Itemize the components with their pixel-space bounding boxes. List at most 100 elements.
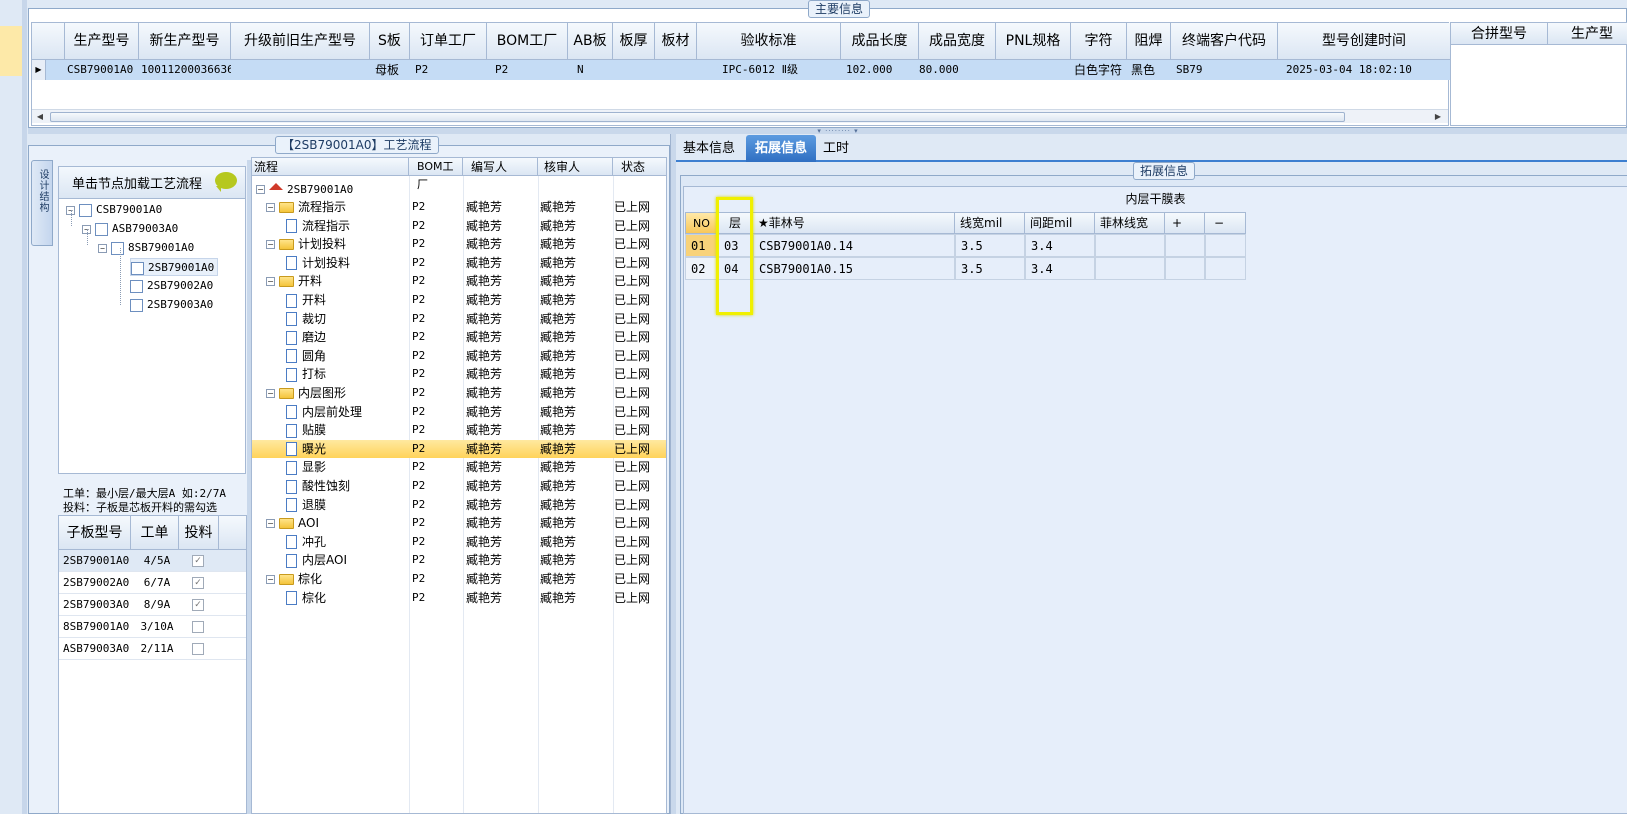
film-row[interactable]: 02 04 CSB79001A0.15 3.5 3.4	[685, 257, 1246, 280]
col-header[interactable]: BOM工厂	[487, 23, 568, 59]
sub-table-row[interactable]: 2SB79001A0 4/5A ✓	[59, 550, 246, 572]
cell[interactable]: 白色字符	[1072, 60, 1127, 80]
film-cell-spacing[interactable]: 3.4	[1025, 234, 1095, 257]
cell[interactable]	[231, 60, 370, 80]
cell[interactable]: 102.000	[844, 60, 919, 80]
film-cell-film[interactable]: CSB79001A0.14	[753, 234, 955, 257]
flow-row[interactable]: 显影 P2 臧艳芳 臧艳芳 已上网	[252, 458, 666, 476]
film-row[interactable]: 01 03 CSB79001A0.14 3.5 3.4	[685, 234, 1246, 257]
flow-row[interactable]: − 计划投料 P2 臧艳芳 臧艳芳 已上网	[252, 235, 666, 253]
tree-node[interactable]: 2SB79002A0	[130, 277, 213, 295]
scroll-right-icon[interactable]: ▶	[1432, 110, 1444, 124]
sub-model-cell[interactable]: ASB79003A0	[63, 638, 131, 660]
col-header[interactable]: 新生产型号	[139, 23, 231, 59]
expand-toggle-icon[interactable]: −	[266, 240, 275, 250]
feed-checkbox[interactable]: ✓	[192, 599, 204, 611]
side-tab-design-structure[interactable]: 设计结构	[31, 160, 53, 246]
sub-model-cell[interactable]: 2SB79002A0	[63, 572, 131, 594]
flow-row[interactable]: 酸性蚀刻 P2 臧艳芳 臧艳芳 已上网	[252, 477, 666, 495]
col-header[interactable]: 状态	[613, 158, 666, 176]
scroll-left-icon[interactable]: ◀	[34, 110, 46, 124]
film-cell-width[interactable]: 3.5	[955, 234, 1025, 257]
col-header[interactable]: 阻焊	[1127, 23, 1171, 59]
sub-order-cell[interactable]: 6/7A	[135, 572, 179, 594]
cell[interactable]: P2	[493, 60, 568, 80]
flow-row[interactable]: 打标 P2 臧艳芳 臧艳芳 已上网	[252, 365, 666, 383]
flow-row[interactable]: 内层前处理 P2 臧艳芳 臧艳芳 已上网	[252, 403, 666, 421]
sub-model-cell[interactable]: 2SB79001A0	[63, 550, 131, 572]
col-header[interactable]: AB板	[568, 23, 613, 59]
expand-toggle-icon[interactable]: −	[266, 519, 275, 529]
expand-toggle-icon[interactable]: −	[266, 389, 275, 398]
cell[interactable]: 2025-03-04 18:02:10	[1284, 60, 1450, 80]
sub-order-cell[interactable]: 4/5A	[135, 550, 179, 572]
expand-toggle-icon[interactable]: −	[266, 203, 275, 212]
col-header[interactable]: 生产型	[1549, 23, 1627, 45]
horizontal-scrollbar[interactable]: ◀ ▶	[32, 109, 1448, 123]
sub-order-cell[interactable]: 8/9A	[135, 594, 179, 616]
flow-row[interactable]: 磨边 P2 臧艳芳 臧艳芳 已上网	[252, 328, 666, 346]
flow-root-node[interactable]: −2SB79001A0	[256, 180, 353, 198]
feed-checkbox[interactable]: ✓	[192, 555, 204, 567]
tree-node[interactable]: − CSB79001A0	[66, 201, 162, 219]
flow-row[interactable]: − 开料 P2 臧艳芳 臧艳芳 已上网	[252, 272, 666, 290]
col-header[interactable]: 生产型号	[65, 23, 139, 59]
flow-row[interactable]: 流程指示 P2 臧艳芳 臧艳芳 已上网	[252, 217, 666, 235]
cell[interactable]: 黑色	[1129, 60, 1171, 80]
col-header[interactable]: 终端客户代码	[1171, 23, 1278, 59]
film-cell-no[interactable]: 01	[685, 234, 718, 257]
film-cell-film-width[interactable]	[1095, 234, 1165, 257]
cell[interactable]	[655, 60, 697, 80]
flow-row[interactable]: 贴膜 P2 臧艳芳 臧艳芳 已上网	[252, 421, 666, 439]
flow-row[interactable]: 裁切 P2 臧艳芳 臧艳芳 已上网	[252, 310, 666, 328]
film-cell-empty[interactable]	[1165, 257, 1205, 280]
col-header[interactable]: 板厚	[613, 23, 655, 59]
flow-row[interactable]: 棕化 P2 臧艳芳 臧艳芳 已上网	[252, 589, 666, 607]
tree-node-selected[interactable]: 2SB79001A0	[130, 258, 219, 276]
cell[interactable]	[613, 60, 655, 80]
col-header[interactable]: 板材	[655, 23, 697, 59]
flow-row[interactable]: − 流程指示 P2 臧艳芳 臧艳芳 已上网	[252, 198, 666, 216]
film-cell-empty[interactable]	[1205, 257, 1246, 280]
sub-table-row[interactable]: 8SB79001A0 3/10A	[59, 616, 246, 638]
col-header[interactable]: 升级前旧生产型号	[231, 23, 370, 59]
col-header[interactable]: 子板型号	[59, 516, 131, 550]
sub-model-cell[interactable]: 8SB79001A0	[63, 616, 131, 638]
cell[interactable]: 母板	[373, 60, 410, 80]
cell[interactable]	[996, 60, 1071, 80]
col-header[interactable]: 验收标准	[697, 23, 841, 59]
cell[interactable]: 10011200036636	[139, 60, 231, 80]
sub-table-row[interactable]: 2SB79003A0 8/9A ✓	[59, 594, 246, 616]
col-header[interactable]: PNL规格	[996, 23, 1071, 59]
col-header[interactable]: 合拼型号	[1451, 23, 1548, 45]
col-header[interactable]: 字符	[1071, 23, 1127, 59]
flow-row[interactable]: 内层AOI P2 臧艳芳 臧艳芳 已上网	[252, 551, 666, 569]
sub-table-row[interactable]: ASB79003A0 2/11A	[59, 638, 246, 660]
film-cell-film-width[interactable]	[1095, 257, 1165, 280]
flow-row[interactable]: 圆角 P2 臧艳芳 臧艳芳 已上网	[252, 347, 666, 365]
tree-node[interactable]: 2SB79003A0	[130, 296, 213, 314]
col-header[interactable]: 间距mil	[1025, 212, 1095, 234]
scroll-thumb[interactable]	[50, 112, 1345, 122]
remove-row-button[interactable]: −	[1205, 212, 1246, 234]
film-cell-film[interactable]: CSB79001A0.15	[753, 257, 955, 280]
cell[interactable]: CSB79001A0	[65, 60, 139, 80]
tab-work-hours[interactable]: 工时	[816, 137, 856, 161]
feed-checkbox[interactable]	[192, 643, 204, 655]
col-header-no[interactable]: NO	[685, 212, 718, 234]
film-cell-empty[interactable]	[1165, 234, 1205, 257]
col-header[interactable]: 编写人	[463, 158, 538, 176]
cell[interactable]: SB79	[1174, 60, 1278, 80]
col-header[interactable]: 菲林线宽	[1095, 212, 1165, 234]
col-header[interactable]: 投料	[179, 516, 219, 550]
sub-order-cell[interactable]: 2/11A	[135, 638, 179, 660]
col-header[interactable]: 成品宽度	[919, 23, 996, 59]
col-header[interactable]: 成品长度	[841, 23, 919, 59]
cell[interactable]: 80.000	[917, 60, 996, 80]
sub-table-row[interactable]: 2SB79002A0 6/7A ✓	[59, 572, 246, 594]
col-header[interactable]: 订单工厂	[410, 23, 487, 59]
flow-row[interactable]: − 内层图形 P2 臧艳芳 臧艳芳 已上网	[252, 384, 666, 402]
tab-ext-info[interactable]: 拓展信息	[746, 135, 816, 162]
flow-row[interactable]: 冲孔 P2 臧艳芳 臧艳芳 已上网	[252, 533, 666, 551]
cell[interactable]: N	[575, 60, 613, 80]
